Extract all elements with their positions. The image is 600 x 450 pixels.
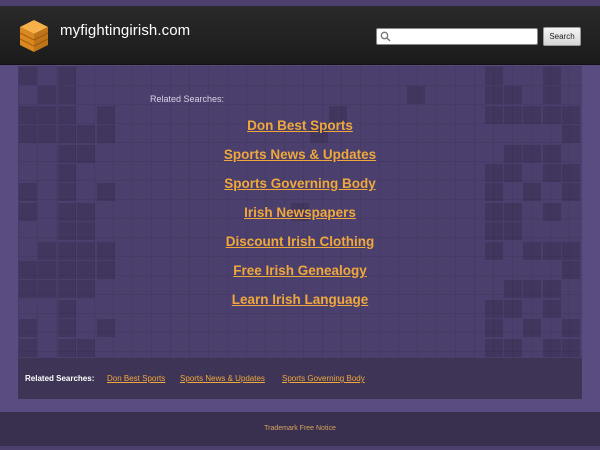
pattern-tile: [484, 338, 503, 357]
pattern-tile: [504, 338, 522, 357]
search-field[interactable]: [376, 28, 538, 45]
bottom-related-label: Related Searches:: [25, 374, 95, 383]
pattern-tile: [484, 86, 503, 105]
search-input[interactable]: [393, 29, 533, 44]
pattern-tile: [504, 86, 522, 105]
pattern-tile: [38, 86, 57, 105]
bottom-related-link[interactable]: Sports Governing Body: [282, 374, 365, 383]
related-link[interactable]: Sports News & Updates: [18, 147, 582, 162]
main-content: Related Searches: Don Best Sports Sports…: [18, 66, 582, 358]
pattern-tile: [562, 338, 581, 357]
pattern-tile: [523, 319, 542, 338]
pattern-tile: [57, 86, 76, 105]
pattern-tile: [19, 319, 37, 338]
bottom-related-link[interactable]: Don Best Sports: [107, 374, 165, 383]
footer: Trademark Free Notice: [0, 412, 600, 446]
pattern-tile: [19, 67, 37, 85]
header-bar: myfightingirish.com Search: [0, 6, 600, 65]
site-name[interactable]: myfightingirish.com: [60, 22, 190, 39]
pattern-tile: [96, 319, 115, 338]
stacked-cube-logo-icon: [19, 20, 49, 52]
pattern-tile: [57, 338, 76, 357]
related-link[interactable]: Learn Irish Language: [18, 292, 582, 307]
pattern-tile: [562, 319, 581, 338]
trademark-notice-link[interactable]: Trademark Free Notice: [0, 425, 600, 432]
search-button[interactable]: Search: [543, 27, 581, 46]
pattern-tile: [484, 67, 503, 85]
pattern-tile: [542, 338, 561, 357]
related-link[interactable]: Sports Governing Body: [18, 176, 582, 191]
related-link[interactable]: Irish Newspapers: [18, 205, 582, 220]
related-link[interactable]: Don Best Sports: [18, 118, 582, 133]
pattern-tile: [57, 319, 76, 338]
pattern-tile: [484, 319, 503, 338]
pattern-tile: [542, 67, 561, 85]
related-searches-bar: Related Searches: Don Best Sports Sports…: [18, 358, 582, 399]
pattern-tile: [542, 86, 561, 105]
pattern-tile: [19, 338, 37, 357]
search-icon: [380, 31, 391, 42]
pattern-tile: [57, 67, 76, 85]
pattern-tile: [77, 338, 96, 357]
related-link[interactable]: Discount Irish Clothing: [18, 234, 582, 249]
pattern-tile: [407, 86, 425, 105]
bottom-related-link[interactable]: Sports News & Updates: [180, 374, 265, 383]
related-searches-label: Related Searches:: [150, 94, 225, 104]
related-link[interactable]: Free Irish Genealogy: [18, 263, 582, 278]
bottom-strip: [0, 446, 600, 450]
